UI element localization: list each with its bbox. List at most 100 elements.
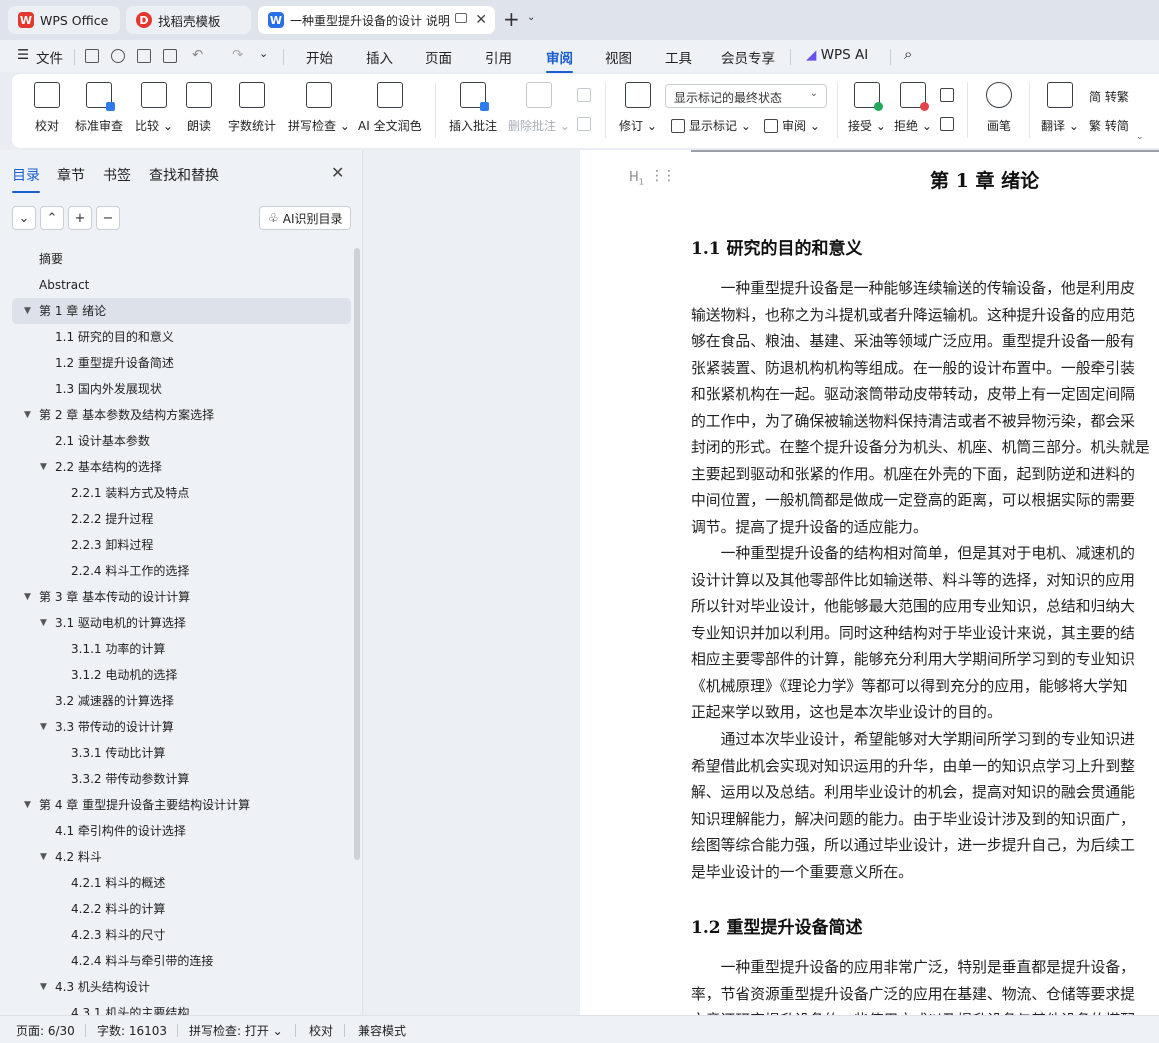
toc-item[interactable]: 2.2.1 装料方式及特点 (12, 480, 351, 506)
toc-item[interactable]: ▼ 3.1 驱动电机的计算选择 (12, 610, 351, 636)
toc-item[interactable]: 2.2.2 提升过程 (12, 506, 351, 532)
spell-check-status[interactable]: 拼写检查: 打开 ⌄ (189, 1022, 283, 1039)
toc-item[interactable]: 4.2.1 料斗的概述 (12, 870, 351, 896)
wps-ai-menu[interactable]: ◢ WPS AI (806, 47, 868, 63)
drag-handle-icon[interactable]: ⋮⋮ (650, 168, 676, 184)
print-preview-icon[interactable] (163, 49, 177, 63)
tab-find-replace[interactable]: 查找和替换 (149, 165, 219, 185)
collapse-up-button[interactable]: ⌃ (40, 206, 64, 230)
toc-item[interactable]: 2.2.3 卸料过程 (12, 532, 351, 558)
tab-docer-templates[interactable]: D 找稻壳模板 (126, 6, 251, 34)
toc-item[interactable]: 3.2 减速器的计算选择 (12, 688, 351, 714)
show-markup-button[interactable]: 显示标记 ⌄ (671, 117, 751, 134)
panel-scrollbar[interactable] (354, 248, 360, 860)
toc-item[interactable]: ▼ 4.3 机头结构设计 (12, 974, 351, 1000)
toc-item[interactable]: 2.2.4 料斗工作的选择 (12, 558, 351, 584)
print-icon[interactable] (137, 49, 151, 63)
expand-toggle-icon[interactable]: ▼ (40, 714, 47, 740)
toc-item[interactable]: ▼ 2.2 基本结构的选择 (12, 454, 351, 480)
word-count-button[interactable]: 字数统计 (228, 82, 276, 134)
markup-display-select[interactable]: 显示标记的最终状态 ⌄ (665, 84, 827, 108)
next-change-icon[interactable] (940, 117, 958, 131)
menu-page[interactable]: 页面 (425, 47, 452, 67)
delete-comment-button[interactable]: 删除批注 ⌄ (508, 82, 570, 134)
toc-item[interactable]: 4.3.1 机头的主要结构 (12, 1000, 351, 1015)
pen-button[interactable]: 画笔 (986, 82, 1012, 134)
toc-item[interactable]: Abstract (12, 272, 351, 298)
toc-item[interactable]: 1.2 重型提升设备简述 (12, 350, 351, 376)
insert-comment-button[interactable]: 插入批注 (449, 82, 497, 134)
toc-item[interactable]: 3.1.2 电动机的选择 (12, 662, 351, 688)
to-traditional-button[interactable]: 简 转繁 (1089, 88, 1129, 105)
toc-item[interactable]: ▼ 第 4 章 重型提升设备主要结构设计计算 (12, 792, 351, 818)
remove-heading-button[interactable]: − (96, 206, 120, 230)
toc-item[interactable]: ▼ 第 1 章 绪论 (12, 298, 351, 324)
tab-bookmarks[interactable]: 书签 (103, 165, 131, 185)
expand-toggle-icon[interactable]: ▼ (24, 402, 31, 428)
toc-item[interactable]: ▼ 第 2 章 基本参数及结构方案选择 (12, 402, 351, 428)
translate-button[interactable]: 翻译 ⌄ (1041, 82, 1079, 134)
expand-toggle-icon[interactable]: ▼ (24, 298, 31, 324)
proofread-status[interactable]: 校对 (309, 1022, 333, 1039)
hamburger-menu-icon[interactable]: ☰ (17, 47, 29, 63)
menu-insert[interactable]: 插入 (366, 47, 393, 67)
proofread-button[interactable]: 校对 (34, 82, 60, 134)
accept-button[interactable]: 接受 ⌄ (848, 82, 886, 134)
menu-home[interactable]: 开始 (306, 47, 333, 67)
tab-document[interactable]: W 一种重型提升设备的设计 说明 ✕ (258, 6, 495, 34)
chevron-down-icon[interactable]: ⌄ (259, 47, 268, 60)
expand-toggle-icon[interactable]: ▼ (40, 844, 47, 870)
word-count-indicator[interactable]: 字数: 16103 (97, 1022, 167, 1039)
chevron-down-icon[interactable]: ⌄ (527, 12, 535, 23)
read-aloud-button[interactable]: 朗读 (186, 82, 212, 134)
toc-item[interactable]: ▼ 3.3 带传动的设计计算 (12, 714, 351, 740)
toc-item[interactable]: 4.2.2 料斗的计算 (12, 896, 351, 922)
menu-view[interactable]: 视图 (605, 47, 632, 67)
share-icon[interactable] (111, 49, 125, 63)
previous-change-icon[interactable] (940, 88, 958, 102)
expand-toggle-icon[interactable]: ▼ (40, 974, 47, 1000)
close-panel-icon[interactable]: ✕ (331, 163, 344, 182)
toc-item[interactable]: 摘要 (12, 246, 351, 272)
tab-wps-office[interactable]: W WPS Office (8, 6, 120, 34)
compare-button[interactable]: 比较 ⌄ (135, 82, 173, 134)
toc-item[interactable]: 3.1.1 功率的计算 (12, 636, 351, 662)
expand-toggle-icon[interactable]: ▼ (40, 610, 47, 636)
expand-toggle-icon[interactable]: ▼ (40, 454, 47, 480)
next-comment-icon[interactable] (577, 117, 595, 131)
track-changes-button[interactable]: 修订 ⌄ (619, 82, 657, 134)
ribbon-expand-icon[interactable]: ⌄ (1136, 132, 1144, 142)
toc-item[interactable]: 3.3.2 带传动参数计算 (12, 766, 351, 792)
menu-references[interactable]: 引用 (485, 47, 512, 67)
spell-check-button[interactable]: 拼写检查 ⌄ (288, 82, 350, 134)
toc-item[interactable]: ▼ 第 3 章 基本传动的设计计算 (12, 584, 351, 610)
expand-toggle-icon[interactable]: ▼ (24, 792, 31, 818)
expand-toggle-icon[interactable]: ▼ (24, 584, 31, 610)
reject-button[interactable]: 拒绝 ⌄ (894, 82, 932, 134)
toc-item[interactable]: ▼ 4.2 料斗 (12, 844, 351, 870)
redo-icon[interactable]: ↷ (232, 47, 243, 63)
close-tab-icon[interactable]: ✕ (475, 12, 487, 28)
toc-item[interactable]: 1.1 研究的目的和意义 (12, 324, 351, 350)
to-simplified-button[interactable]: 繁 转简 (1089, 117, 1129, 134)
toc-item[interactable]: 4.2.4 料斗与牵引带的连接 (12, 948, 351, 974)
tab-toc[interactable]: 目录 (12, 165, 40, 193)
toc-item[interactable]: 1.3 国内外发展现状 (12, 376, 351, 402)
new-tab-icon[interactable]: + (503, 9, 520, 29)
tab-sections[interactable]: 章节 (57, 165, 85, 185)
toc-item[interactable]: 3.3.1 传动比计算 (12, 740, 351, 766)
standard-review-button[interactable]: 标准审查 (75, 82, 123, 134)
heading-style-icon[interactable]: H1 (629, 170, 644, 187)
toc-item[interactable]: 2.1 设计基本参数 (12, 428, 351, 454)
expand-down-button[interactable]: ⌄ (12, 206, 36, 230)
previous-comment-icon[interactable] (577, 88, 595, 102)
document-page[interactable]: H1 ⋮⋮ 第 1 章 绪论 1.1 研究的目的和意义 一种重型提升设备是一种能… (580, 150, 1159, 1015)
menu-review[interactable]: 审阅 (546, 47, 573, 73)
monitor-icon[interactable] (455, 13, 467, 23)
add-heading-button[interactable]: + (68, 206, 92, 230)
menu-file[interactable]: 文件 (36, 47, 63, 67)
undo-icon[interactable]: ↶ (192, 47, 203, 63)
menu-member[interactable]: 会员专享 (721, 47, 775, 67)
ai-toc-button[interactable]: ♧ AI识别目录 (259, 206, 351, 230)
page-indicator[interactable]: 页面: 6/30 (16, 1022, 75, 1039)
